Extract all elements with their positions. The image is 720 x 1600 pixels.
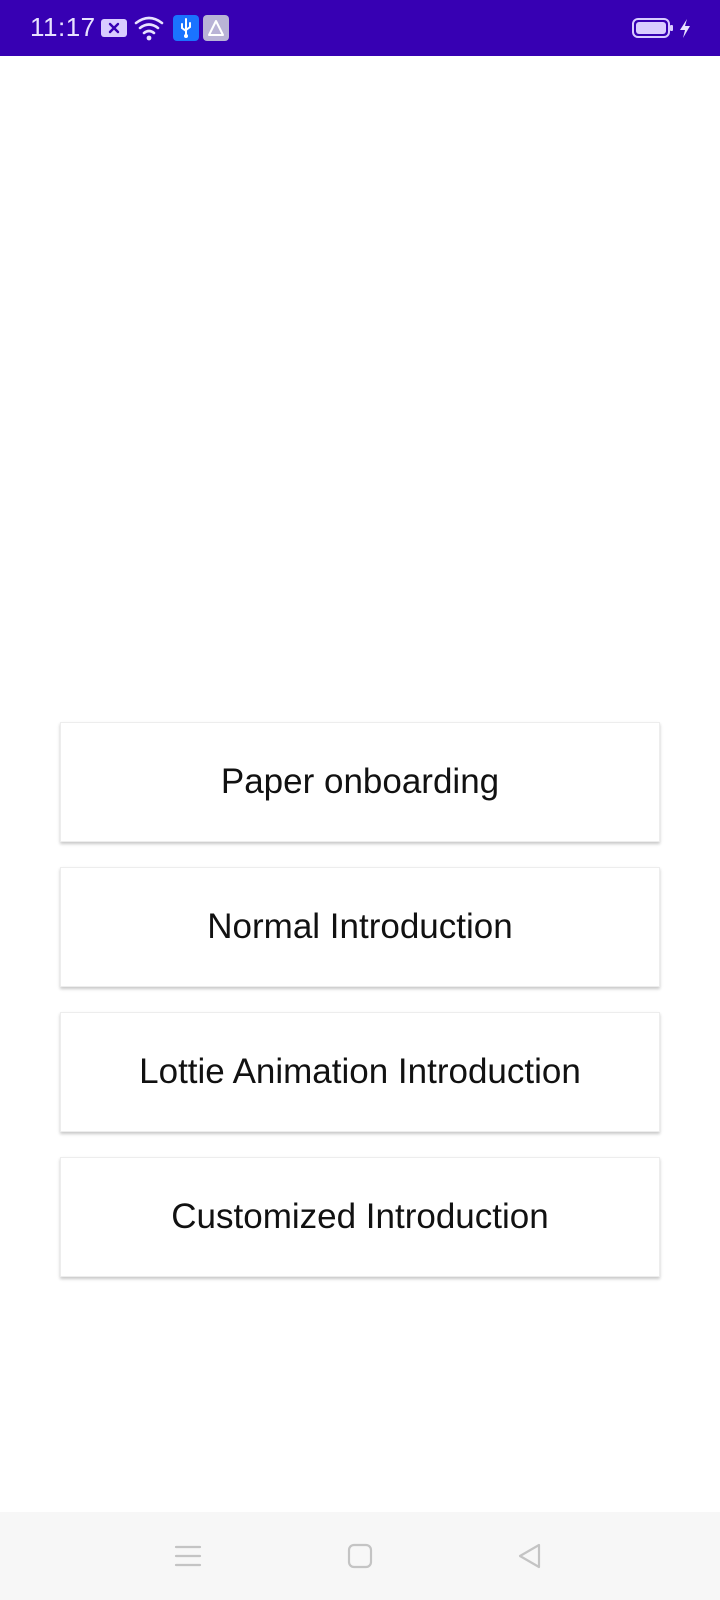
battery-icon [632,14,674,42]
menu-icon[interactable] [166,1534,210,1578]
normal-introduction-button[interactable]: Normal Introduction [60,867,660,987]
usb-icon [173,14,199,42]
customized-introduction-button[interactable]: Customized Introduction [60,1157,660,1277]
button-label: Normal Introduction [207,907,513,946]
navigation-bar [0,1512,720,1600]
home-icon[interactable] [338,1534,382,1578]
button-label: Lottie Animation Introduction [139,1052,581,1091]
charging-icon [678,14,692,42]
paper-onboarding-button[interactable]: Paper onboarding [60,722,660,842]
button-label: Customized Introduction [171,1197,549,1236]
notification-icon [100,14,128,42]
wifi-icon [134,14,164,42]
status-time: 11:17 [30,12,96,42]
main-content: Paper onboarding Normal Introduction Lot… [0,56,720,1512]
button-label: Paper onboarding [220,762,500,801]
lottie-animation-introduction-button[interactable]: Lottie Animation Introduction [60,1012,660,1132]
status-bar: 11:17 [0,0,720,56]
app-icon [203,14,229,42]
back-icon[interactable] [508,1534,552,1578]
